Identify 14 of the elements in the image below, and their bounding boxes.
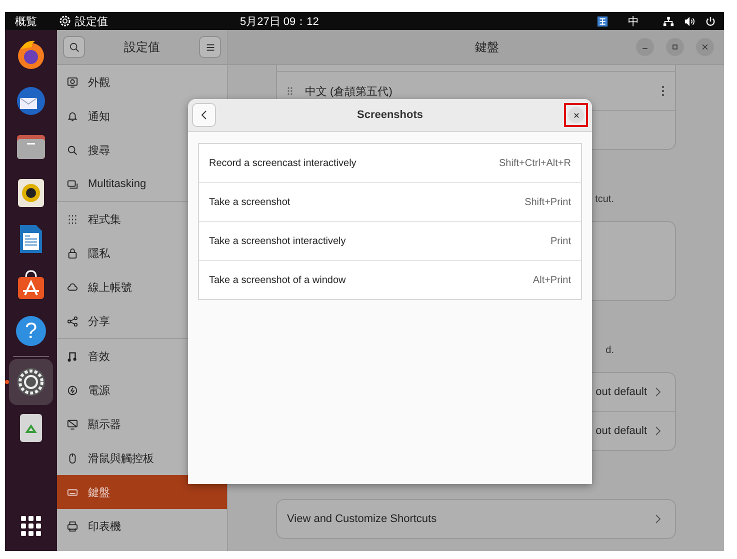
shortcut-keys: Shift+Print (524, 196, 571, 208)
shortcut-keys: Alt+Print (532, 274, 571, 286)
shortcut-name: Take a screenshot (209, 196, 292, 208)
description-text: d. (606, 345, 614, 358)
shortcut-keys: Shift+Ctrl+Alt+R (499, 158, 571, 168)
shortcut-name: Take a screenshot interactively (209, 236, 347, 246)
input-source-name: 中文 (倉頡第五代) (305, 84, 394, 98)
window-title: 鍵盤 (474, 38, 500, 56)
shortcut-name: Take a screenshot of a window (209, 274, 347, 286)
sidebar-title: 設定值 (124, 38, 160, 56)
shortcut-keys: Print (550, 236, 571, 246)
shortcut-name: Record a screencast interactively (209, 158, 358, 168)
description-text: tcut. (595, 194, 614, 207)
dialog-title: Screenshots (356, 109, 424, 121)
